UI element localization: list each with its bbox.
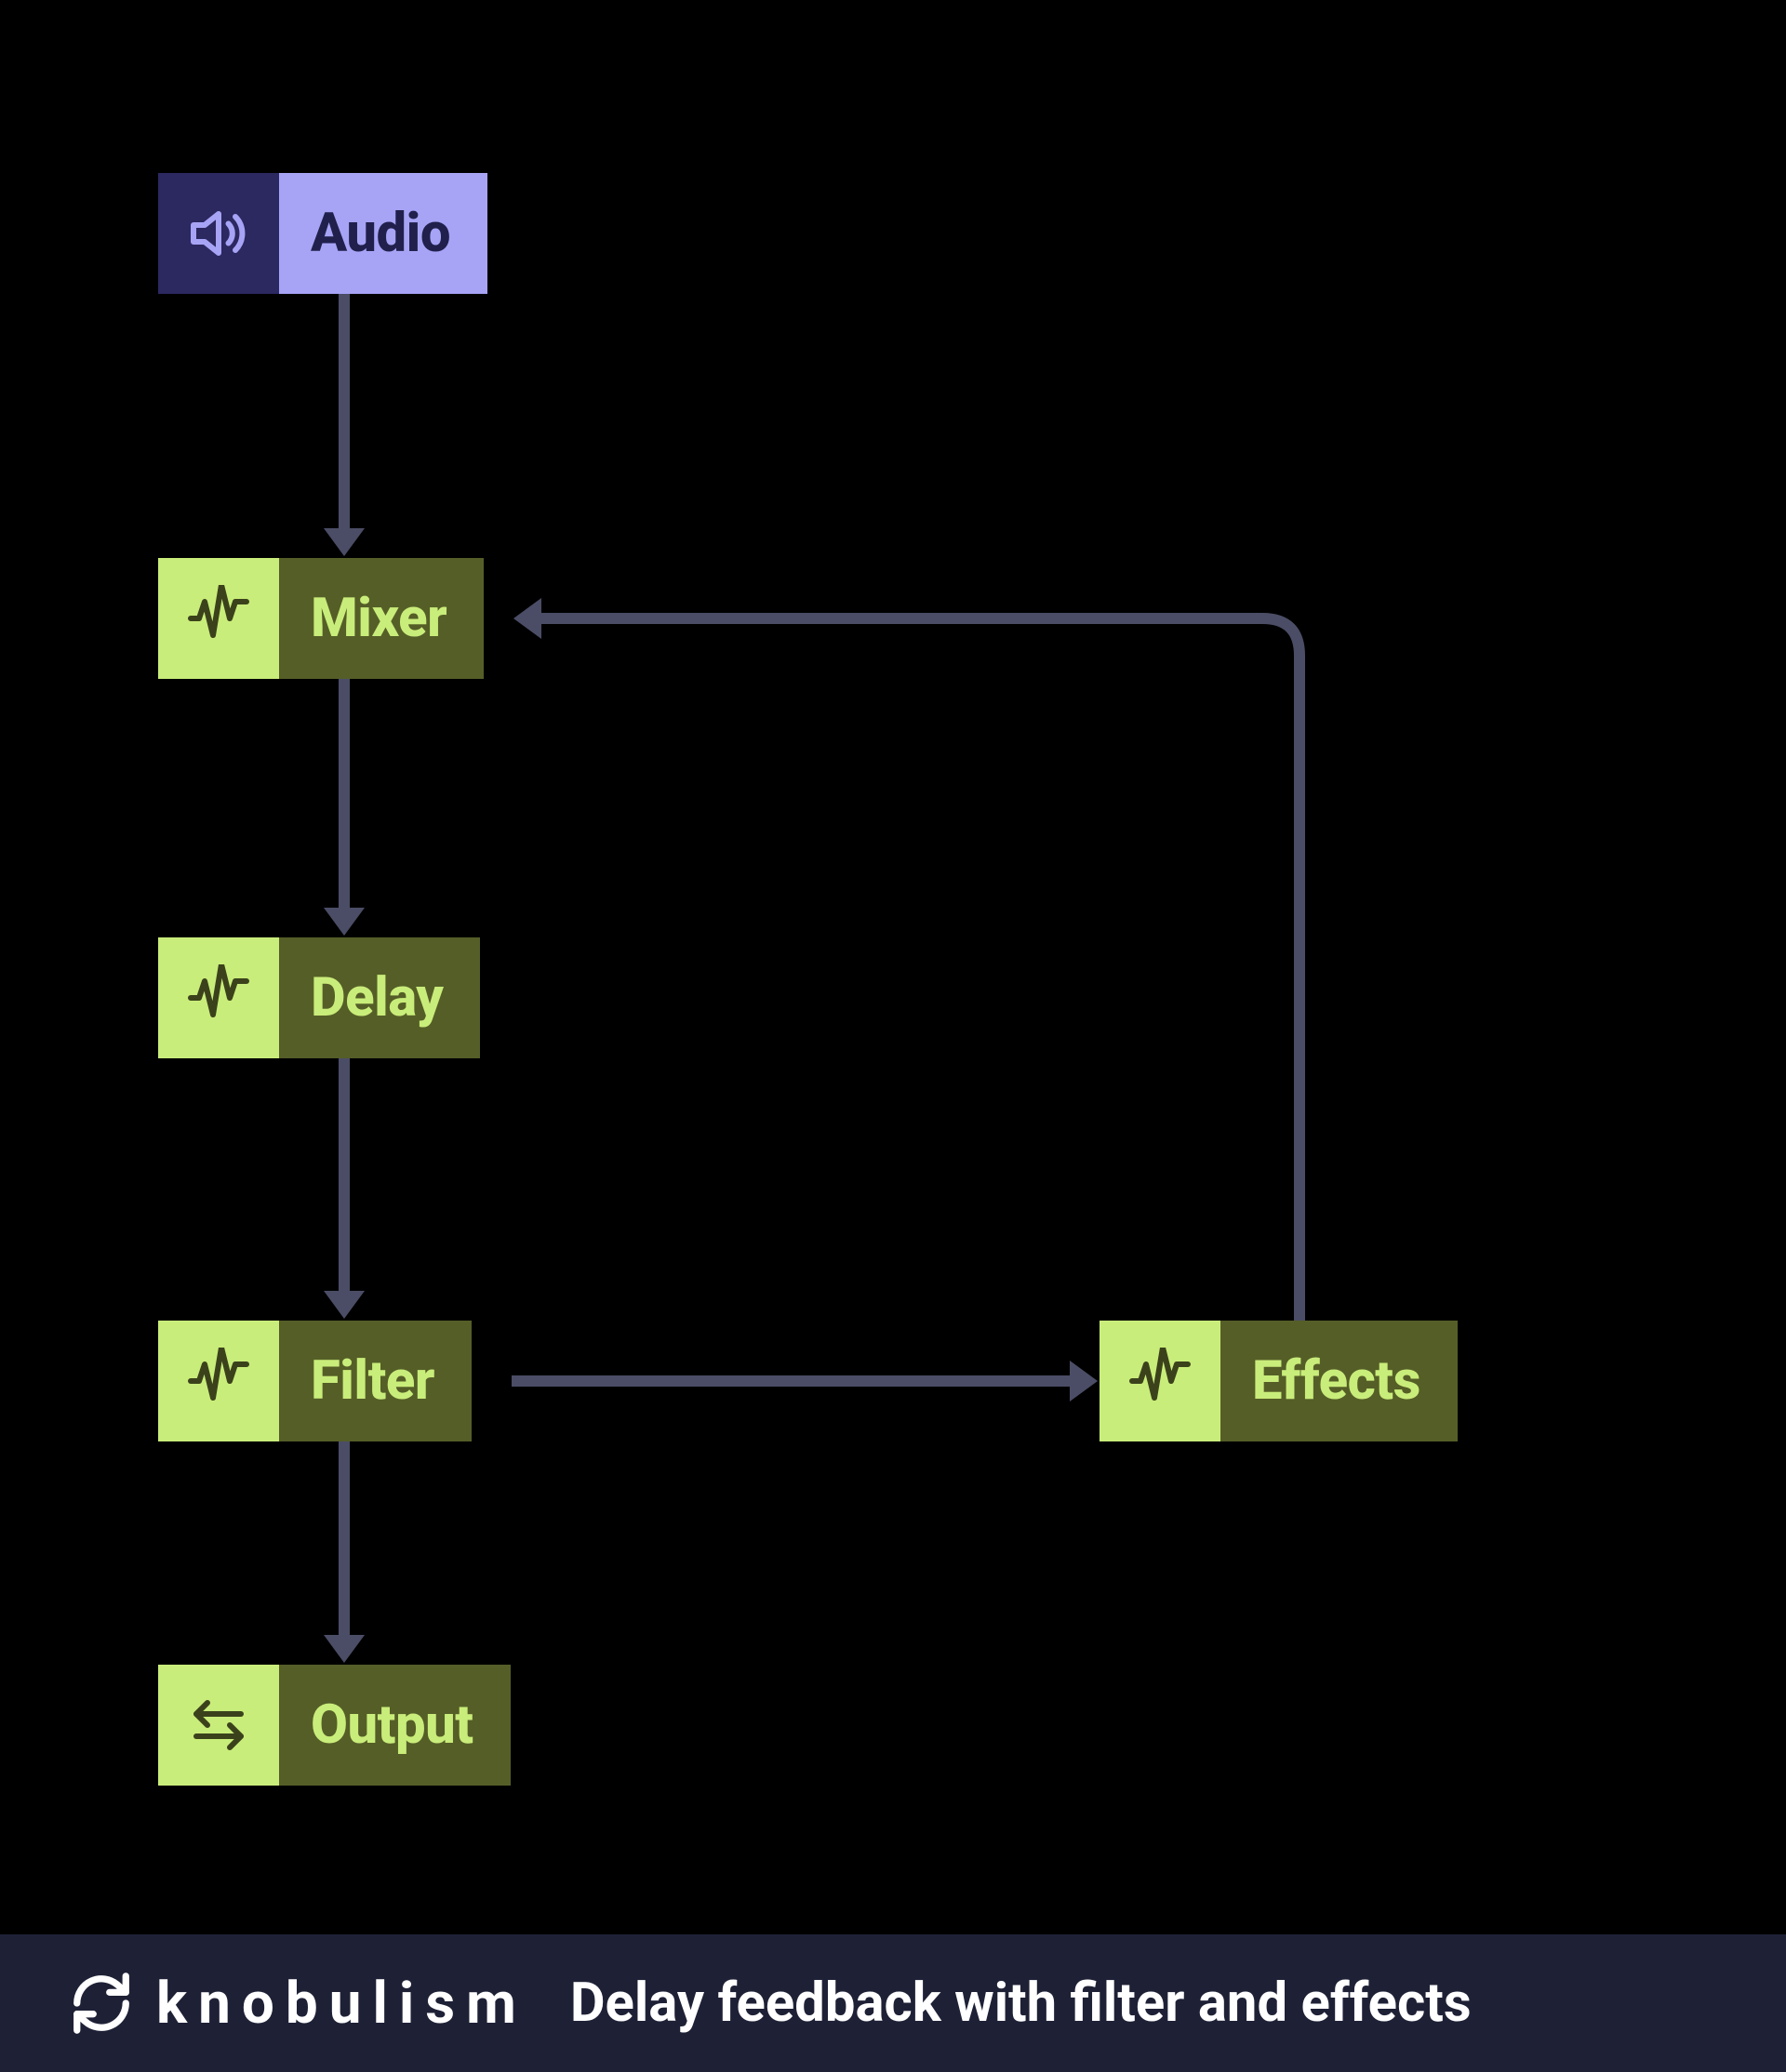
diagram-canvas: Audio Mixer Delay Filter [0,0,1786,2072]
footer-bar: knobulism Delay feedback with filter and… [0,1934,1786,2072]
waveform-icon [158,1321,279,1441]
waveform-icon [158,558,279,679]
node-effects-label: Effects [1220,1321,1458,1441]
node-delay-label: Delay [279,937,480,1058]
waveform-icon [158,937,279,1058]
waveform-icon [1100,1321,1220,1441]
node-output: Output [158,1665,549,1786]
node-output-label: Output [279,1665,511,1786]
footer-caption: Delay feedback with filter and effects [570,1972,1472,2035]
brand-name: knobulism [156,1970,527,2038]
brand-logo: knobulism [69,1970,527,2038]
node-delay: Delay [158,937,512,1058]
node-audio-label: Audio [279,173,487,294]
node-audio: Audio [158,173,512,294]
refresh-icon [69,1971,134,2036]
node-filter: Filter [158,1321,512,1441]
exchange-icon [158,1665,279,1786]
node-effects: Effects [1100,1321,1499,1441]
node-mixer: Mixer [158,558,512,679]
speaker-icon [158,173,279,294]
node-filter-label: Filter [279,1321,472,1441]
node-mixer-label: Mixer [279,558,484,679]
